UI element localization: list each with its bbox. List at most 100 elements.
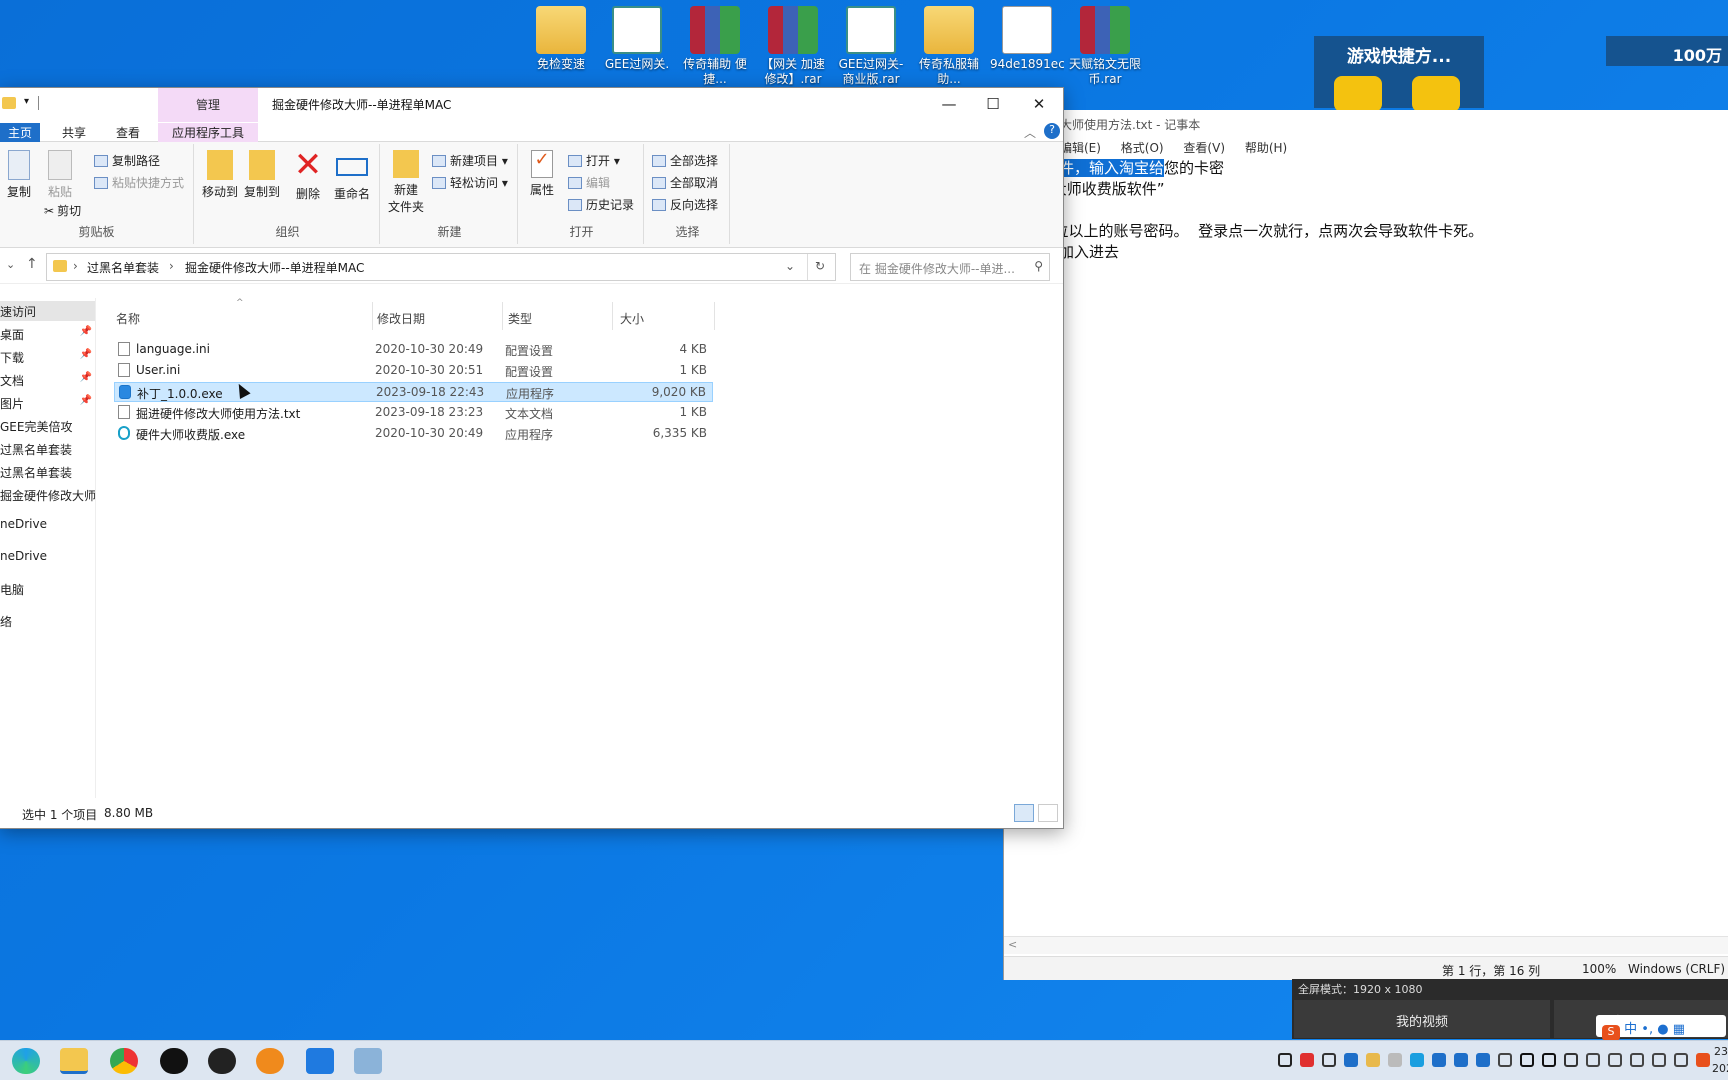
network-off-icon[interactable] [1322, 1053, 1336, 1067]
copy-button[interactable]: 复制 [0, 150, 38, 201]
mic-icon[interactable]: ● [1657, 1022, 1668, 1037]
invert-selection-button[interactable]: 反向选择 [652, 196, 718, 213]
tab-share[interactable]: 共享 [54, 123, 94, 142]
desktop-icon[interactable]: 免检变速 [524, 6, 598, 87]
app-tray-icon[interactable] [1454, 1053, 1468, 1067]
paste-button[interactable]: 粘贴 [38, 150, 82, 201]
move-to-button[interactable]: 移动到 [198, 150, 242, 201]
display-icon[interactable] [1586, 1053, 1600, 1067]
nav-item[interactable]: 电脑 [0, 579, 95, 599]
address-dropdown-icon[interactable]: ⌄ [785, 259, 795, 273]
menu-view[interactable]: 查看(V) [1183, 141, 1225, 155]
wifi-icon[interactable] [1608, 1053, 1622, 1067]
media-player-icon[interactable] [208, 1048, 236, 1074]
ime-mode[interactable]: 中 [1624, 1022, 1637, 1037]
app-tray-icon[interactable] [1476, 1053, 1490, 1067]
new-item-button[interactable]: 新建项目 ▾ [432, 152, 508, 169]
notepad-text-area[interactable]: 补丁文件，输入淘宝给您的卡密“硬件大师收费版软件”解输入6位以上的账号密码。 登… [960, 158, 1728, 938]
edit-button[interactable]: 编辑 [568, 174, 610, 191]
copy-to-button[interactable]: 复制到 [240, 150, 284, 201]
menu-format[interactable]: 格式(O) [1121, 141, 1164, 155]
file-row[interactable]: 补丁_1.0.0.exe 2023-09-18 22:43 应用程序 9,020 KB [114, 382, 713, 402]
context-tab-manage[interactable]: 管理 [158, 88, 258, 122]
horizontal-scrollbar[interactable]: < [1004, 936, 1728, 954]
title-bar[interactable]: ▾ 管理 掘金硬件修改大师--单进程单MAC — ☐ ✕ [0, 88, 1063, 122]
column-size[interactable]: 大小 [620, 310, 644, 327]
explorer-window[interactable]: ▾ 管理 掘金硬件修改大师--单进程单MAC — ☐ ✕ 主页 共享 查看 应用… [0, 87, 1064, 829]
new-folder-button[interactable]: 新建 文件夹 [384, 150, 428, 216]
column-separator[interactable] [372, 302, 373, 330]
game-shortcut-widget[interactable]: 游戏快捷方... [1314, 36, 1484, 112]
maximize-button[interactable]: ☐ [970, 88, 1016, 122]
ime-tray-icon[interactable] [1652, 1053, 1666, 1067]
qq-icon[interactable] [160, 1048, 188, 1074]
desktop-icon[interactable]: 天赋铭文无限币.rar [1068, 6, 1142, 87]
pin-icon[interactable]: 📌 [80, 372, 92, 383]
nav-item[interactable]: 文档 📌 [0, 370, 95, 390]
close-button[interactable]: ✕ [1016, 88, 1062, 122]
help-icon[interactable]: ? [1044, 123, 1060, 139]
column-type[interactable]: 类型 [508, 310, 532, 327]
up-arrow-icon[interactable]: ↑ [26, 256, 38, 272]
notepad-window[interactable]: 硬件修改大师使用方法.txt - 记事本 编辑(E) 格式(O) 查看(V) 帮… [1003, 110, 1728, 980]
sogou-tray-icon[interactable] [1696, 1053, 1710, 1067]
ime-toolbar[interactable]: S 中 •, ● ▦ [1596, 1015, 1726, 1041]
rename-button[interactable]: 重命名 [330, 150, 374, 203]
nav-item[interactable]: 图片 📌 [0, 393, 95, 413]
file-row[interactable]: language.ini 2020-10-30 20:49 配置设置 4 KB [114, 340, 713, 360]
delete-button[interactable]: ✕ 删除 [286, 148, 330, 203]
column-name[interactable]: 名称 [116, 310, 140, 327]
notepad-app-icon[interactable] [354, 1048, 382, 1074]
tab-view[interactable]: 查看 [108, 123, 148, 142]
nav-item[interactable]: neDrive [0, 547, 95, 567]
pin-icon[interactable]: 📌 [80, 326, 92, 337]
address-bar[interactable]: › 过黑名单套装 › 掘金硬件修改大师--单进程单MAC ⌄ ↻ [46, 253, 836, 281]
desktop-icon[interactable]: GEE过网关. [600, 6, 674, 87]
file-row[interactable]: 掘进硬件修改大师使用方法.txt 2023-09-18 23:23 文本文档 1 KB [114, 403, 713, 423]
desktop-icon[interactable]: 传奇私服辅助... [912, 6, 986, 87]
clock[interactable]: 23 2023 [1712, 1043, 1728, 1077]
volume-icon[interactable] [1498, 1053, 1512, 1067]
feishu-icon[interactable] [1410, 1053, 1424, 1067]
microphone-icon[interactable] [1278, 1053, 1292, 1067]
app-u-icon[interactable] [306, 1048, 334, 1074]
app-tray-icon[interactable] [1432, 1053, 1446, 1067]
game-app-icon[interactable] [1412, 76, 1460, 112]
nav-item[interactable]: neDrive [0, 515, 95, 535]
menu-help[interactable]: 帮助(H) [1245, 141, 1287, 155]
shield-icon[interactable] [1564, 1053, 1578, 1067]
search-input[interactable]: 在 掘金硬件修改大师--单进... ⚲ [850, 253, 1050, 281]
tab-app-tools[interactable]: 应用程序工具 [158, 123, 258, 142]
keyboard-icon[interactable]: ▦ [1673, 1022, 1685, 1037]
tab-home[interactable]: 主页 [0, 123, 41, 142]
nav-item[interactable]: 过黑名单套装 [0, 439, 95, 459]
minimize-button[interactable]: — [926, 88, 972, 122]
desktop-icon[interactable]: 传奇辅助 便捷... [678, 6, 752, 87]
pin-icon[interactable]: 📌 [80, 395, 92, 406]
app-tray-icon[interactable] [1344, 1053, 1358, 1067]
menu-edit[interactable]: 编辑(E) [1060, 141, 1101, 155]
folder-tray-icon[interactable] [1366, 1053, 1380, 1067]
easy-access-button[interactable]: 轻松访问 ▾ [432, 174, 508, 191]
ribbon-collapse-icon[interactable]: ︿ [1024, 124, 1036, 141]
file-explorer-icon[interactable] [60, 1048, 88, 1074]
open-button[interactable]: 打开 ▾ [568, 152, 620, 169]
keyboard-tray-icon[interactable] [1674, 1053, 1688, 1067]
chrome-icon[interactable] [110, 1048, 138, 1074]
file-row[interactable]: 硬件大师收费版.exe 2020-10-30 20:49 应用程序 6,335 KB [114, 424, 713, 444]
column-separator[interactable] [714, 302, 715, 330]
file-list[interactable]: ^ 名称 修改日期 类型 大小 language.ini 2020-10-30 2… [100, 298, 1064, 798]
qq-tray-icon[interactable] [1542, 1053, 1556, 1067]
column-separator[interactable] [502, 302, 503, 330]
desktop-icon[interactable]: GEE过网关-商业版.rar [834, 6, 908, 87]
punct-icon[interactable]: •, [1641, 1022, 1653, 1037]
pin-icon[interactable]: 📌 [80, 349, 92, 360]
navigation-pane[interactable]: 速访问 桌面 📌 下载 📌 文档 📌 图片 📌 GEE完美倍攻 过黑名单套装 过黑名单套装 掘金硬件修改… [0, 298, 96, 798]
nav-item[interactable]: 速访问 [0, 301, 95, 321]
nav-item[interactable]: 桌面 📌 [0, 324, 95, 344]
game-app-icon[interactable] [256, 1048, 284, 1074]
properties-button[interactable]: ✓ 属性 [520, 150, 564, 199]
scroll-left-icon[interactable]: < [1008, 938, 1017, 951]
window-tray-icon[interactable] [1388, 1053, 1402, 1067]
details-view-icon[interactable] [1014, 804, 1034, 822]
